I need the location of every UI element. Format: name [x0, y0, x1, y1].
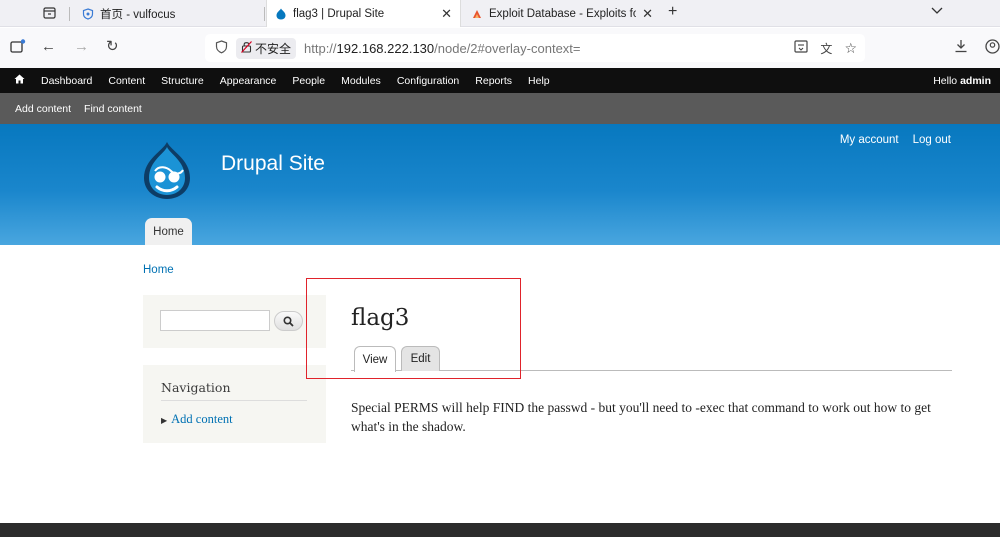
admin-menu-configuration[interactable]: Configuration [389, 75, 467, 87]
search-icon [283, 315, 294, 327]
url-host: 192.168.222.130 [336, 40, 435, 56]
my-account-link[interactable]: My account [840, 134, 899, 146]
site-header: Drupal Site My account Log out Home [0, 124, 1000, 245]
greeting-text: Hello [933, 75, 961, 87]
node-body: Special PERMS will help FIND the passwd … [351, 400, 931, 434]
admin-menu-dashboard[interactable]: Dashboard [33, 75, 100, 87]
reader-view-icon[interactable] [794, 40, 809, 57]
reload-icon[interactable]: ↻ [106, 39, 119, 55]
forward-arrow-icon[interactable]: → [74, 39, 89, 55]
insecure-lock-icon [241, 40, 252, 56]
search-button[interactable] [274, 311, 303, 331]
close-tab-icon[interactable]: ✕ [441, 6, 452, 22]
search-input[interactable] [160, 310, 270, 331]
new-tab-plus-icon[interactable]: + [668, 3, 677, 21]
browser-tab-vulfocus[interactable]: 首页 - vulfocus [74, 0, 262, 27]
home-icon[interactable] [14, 74, 25, 87]
downloads-icon[interactable] [954, 39, 968, 57]
close-tab-icon[interactable]: ✕ [642, 6, 653, 22]
annotation-red-rectangle [306, 278, 521, 379]
admin-toolbar: Dashboard Content Structure Appearance P… [0, 68, 1000, 93]
bullet-triangle-icon: ▶ [161, 416, 168, 425]
admin-menu-modules[interactable]: Modules [333, 75, 389, 87]
drupal-favicon-icon [275, 8, 287, 20]
address-bar[interactable]: 不安全 http://192.168.222.130/node/2#overla… [205, 34, 865, 62]
tracking-shield-icon[interactable] [215, 39, 228, 57]
browser-tab-strip: 首页 - vulfocus flag3 | Drupal Site ✕ Expl… [0, 0, 1000, 27]
navigation-link-label: Add content [171, 412, 233, 426]
account-avatar-icon[interactable] [985, 39, 1000, 58]
shield-favicon-icon [82, 7, 94, 20]
sidebar-toggle-icon[interactable] [10, 39, 26, 57]
tab-separator [69, 7, 70, 21]
admin-menu-content[interactable]: Content [100, 75, 153, 87]
breadcrumb-home-link[interactable]: Home [143, 264, 174, 276]
greeting-username[interactable]: admin [960, 75, 991, 87]
insecure-label: 不安全 [255, 41, 292, 56]
search-block [143, 295, 326, 348]
connection-insecure-badge[interactable]: 不安全 [236, 37, 297, 59]
navigation-title: Navigation [161, 380, 231, 395]
tab-title: Exploit Database - Exploits fo [489, 7, 637, 20]
page-footer [0, 523, 1000, 537]
tab-list-chevron-down-icon[interactable] [931, 4, 943, 18]
admin-menu-people[interactable]: People [284, 75, 333, 87]
url-path: /node/2#overlay-context= [434, 40, 581, 56]
admin-menu-structure[interactable]: Structure [153, 75, 212, 87]
exploitdb-favicon-icon [471, 8, 483, 20]
back-arrow-icon[interactable]: ← [41, 39, 56, 55]
drupal-logo-icon[interactable] [141, 141, 193, 201]
navigation-add-content-link[interactable]: ▶ Add content [161, 412, 233, 427]
admin-menu-reports[interactable]: Reports [467, 75, 520, 87]
user-links: My account Log out [840, 134, 951, 146]
browser-tab-exploitdb[interactable]: Exploit Database - Exploits fo ✕ [463, 0, 661, 27]
admin-menu-help[interactable]: Help [520, 75, 558, 87]
main-menu-home-tab[interactable]: Home [145, 218, 192, 245]
tab-title: 首页 - vulfocus [100, 8, 176, 21]
translate-icon[interactable]: 文 [820, 40, 832, 57]
log-out-link[interactable]: Log out [913, 134, 951, 146]
tab-separator [264, 7, 265, 21]
navigation-divider [161, 400, 307, 401]
tab-title: flag3 | Drupal Site [293, 7, 385, 20]
shortcut-add-content[interactable]: Add content [15, 103, 71, 115]
user-greeting: Hello admin [933, 75, 991, 87]
tab-overview-icon[interactable] [38, 4, 60, 22]
admin-menu-appearance[interactable]: Appearance [212, 75, 285, 87]
url-scheme: http:// [304, 40, 337, 56]
site-name[interactable]: Drupal Site [221, 152, 325, 176]
browser-tab-drupal[interactable]: flag3 | Drupal Site ✕ [266, 0, 461, 27]
shortcut-find-content[interactable]: Find content [84, 103, 142, 115]
bookmark-star-icon[interactable]: ☆ [844, 40, 857, 57]
browser-navigation-bar: ← → ↻ 不安全 http://192.168.222.130/node/2#… [0, 28, 1000, 68]
navigation-block: Navigation ▶ Add content [143, 365, 326, 443]
url-text[interactable]: http://192.168.222.130/node/2#overlay-co… [304, 41, 581, 56]
shortcut-bar: Add content Find content [0, 93, 1000, 124]
